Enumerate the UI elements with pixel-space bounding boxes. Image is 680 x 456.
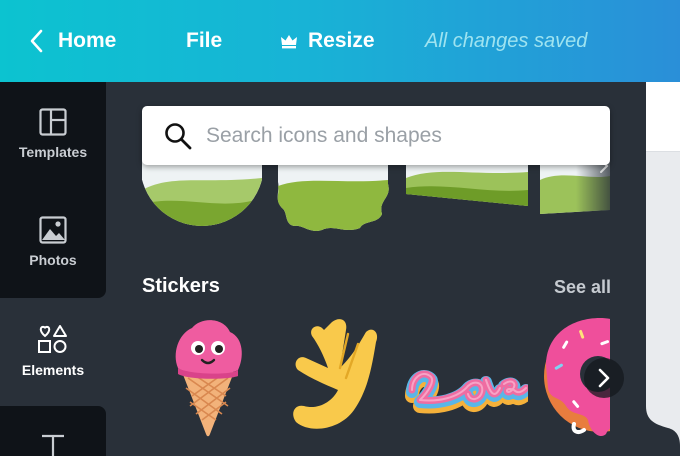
text-icon: [42, 434, 64, 456]
search-input[interactable]: [206, 123, 586, 148]
sidebar-item-label: Templates: [18, 144, 88, 160]
sidebar-item-text[interactable]: [0, 432, 106, 456]
sidebar-item-label: Elements: [21, 362, 85, 378]
save-status: All changes saved: [425, 29, 588, 52]
sidebar-item-photos[interactable]: Photos: [0, 216, 106, 268]
sidebar-item-label: Photos: [29, 252, 77, 268]
sidebar-item-elements[interactable]: Elements: [0, 324, 106, 378]
sidebar-item-templates[interactable]: Templates: [0, 108, 106, 160]
home-label: Home: [58, 29, 117, 52]
chevron-right-icon: [598, 368, 610, 388]
resize-label: Resize: [308, 29, 375, 52]
crown-icon: [281, 35, 297, 49]
waving-hand-sticker[interactable]: [288, 314, 380, 436]
top-bar: Home File Resize All changes saved: [0, 0, 680, 82]
resize-button[interactable]: Resize: [280, 0, 375, 82]
frame-thumbnail-blob[interactable]: [274, 154, 392, 234]
frame-thumbnail-circle[interactable]: [142, 154, 262, 234]
stickers-next-button[interactable]: [584, 358, 624, 398]
search-bar[interactable]: [142, 106, 610, 165]
elements-panel: Stickers See all: [106, 82, 646, 456]
side-rail: Templates Photos Elements: [0, 82, 106, 456]
frame-thumbnail-skew[interactable]: [406, 154, 528, 234]
canvas-toolbar: [646, 82, 680, 152]
elements-icon: [38, 325, 67, 353]
section-title-stickers: Stickers: [142, 275, 220, 297]
ice-cream-sticker[interactable]: [168, 314, 248, 438]
search-icon: [165, 122, 192, 149]
chevron-left-icon: [30, 29, 43, 53]
canvas-corner: [646, 406, 680, 456]
photos-icon: [39, 216, 67, 244]
templates-icon: [39, 108, 67, 136]
love-text-sticker[interactable]: [404, 314, 533, 438]
home-button[interactable]: Home: [30, 0, 116, 82]
see-all-link[interactable]: See all: [554, 277, 611, 298]
file-label: File: [186, 29, 223, 52]
file-menu-button[interactable]: File: [186, 0, 222, 82]
